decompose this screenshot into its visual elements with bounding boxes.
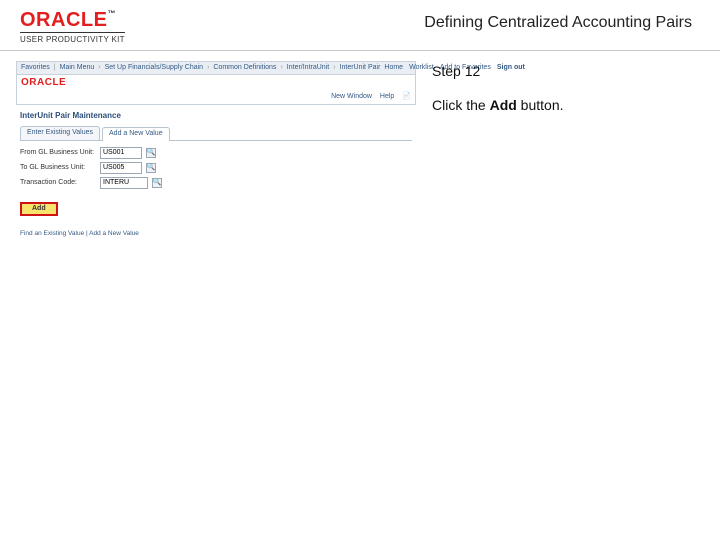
instruction-prefix: Click the (432, 97, 490, 113)
nav-worklist[interactable]: Worklist (409, 64, 434, 72)
instruction-suffix: button. (517, 97, 564, 113)
content-row: Favorites | Main Menu › Set Up Financial… (0, 51, 720, 242)
oracle-mini-logo: ORACLE (21, 77, 66, 89)
nav-home[interactable]: Home (384, 64, 403, 72)
footer-links[interactable]: Find an Existing Value | Add a New Value (20, 230, 412, 238)
link-new-window[interactable]: New Window (331, 93, 372, 100)
app-breadcrumb-bar: Favorites | Main Menu › Set Up Financial… (16, 61, 416, 75)
tab-add-new-value[interactable]: Add a New Value (102, 127, 170, 140)
tab-existing-values[interactable]: Enter Existing Values (20, 126, 100, 139)
nav-interunit[interactable]: Inter/IntraUnit (287, 64, 329, 72)
field-from-bu: From GL Business Unit: 🔍 (20, 147, 412, 159)
app-subbar: New Window Help 📄 (16, 91, 416, 104)
add-button[interactable]: Add (20, 202, 58, 216)
oracle-logo: ORACLE™ (20, 10, 116, 30)
nav-main-menu[interactable]: Main Menu (60, 64, 95, 72)
input-to-bu[interactable] (100, 162, 142, 174)
nav-sep: | (54, 64, 56, 72)
screenshot-column: Favorites | Main Menu › Set Up Financial… (16, 61, 416, 242)
field-trans-code: Transaction Code: 🔍 (20, 177, 412, 189)
embedded-app: Favorites | Main Menu › Set Up Financial… (16, 61, 416, 242)
field-to-bu: To GL Business Unit: 🔍 (20, 162, 412, 174)
input-from-bu[interactable] (100, 147, 142, 159)
app-logo-row: ORACLE (16, 75, 416, 91)
lookup-icon[interactable]: 🔍 (152, 178, 162, 188)
instruction-column: Step 12 Click the Add button. (432, 61, 704, 242)
page-title: InterUnit Pair Maintenance (20, 111, 412, 121)
chevron-right-icon: › (333, 64, 335, 72)
nav-setup-fin[interactable]: Set Up Financials/Supply Chain (105, 64, 203, 72)
brand-tm: ™ (107, 9, 116, 18)
lookup-icon[interactable]: 🔍 (146, 163, 156, 173)
label-to-bu: To GL Business Unit: (20, 164, 96, 172)
instruction-bold: Add (490, 97, 517, 113)
instruction-body: Click the Add button. (432, 97, 704, 113)
doc-title: Defining Centralized Accounting Pairs (125, 10, 700, 32)
tab-strip: Enter Existing Values Add a New Value (20, 126, 412, 140)
chevron-right-icon: › (280, 64, 282, 72)
nav-favorites[interactable]: Favorites (21, 64, 50, 72)
label-from-bu: From GL Business Unit: (20, 149, 96, 157)
label-trans-code: Transaction Code: (20, 179, 96, 187)
brand-block: ORACLE™ USER PRODUCTIVITY KIT (20, 10, 125, 44)
input-trans-code[interactable] (100, 177, 148, 189)
brand-main: ORACLE (20, 9, 107, 31)
lookup-icon[interactable]: 🔍 (146, 148, 156, 158)
nav-interunit-pair[interactable]: InterUnit Pair (340, 64, 381, 72)
nav-common-def[interactable]: Common Definitions (213, 64, 276, 72)
chevron-right-icon: › (98, 64, 100, 72)
chevron-right-icon: › (207, 64, 209, 72)
brand-subline: USER PRODUCTIVITY KIT (20, 32, 125, 44)
doc-header: ORACLE™ USER PRODUCTIVITY KIT Defining C… (0, 0, 720, 51)
step-label: Step 12 (432, 63, 704, 79)
app-page-body: InterUnit Pair Maintenance Enter Existin… (16, 105, 416, 242)
personalize-icon[interactable]: 📄 (402, 93, 411, 100)
link-help[interactable]: Help (380, 93, 394, 100)
